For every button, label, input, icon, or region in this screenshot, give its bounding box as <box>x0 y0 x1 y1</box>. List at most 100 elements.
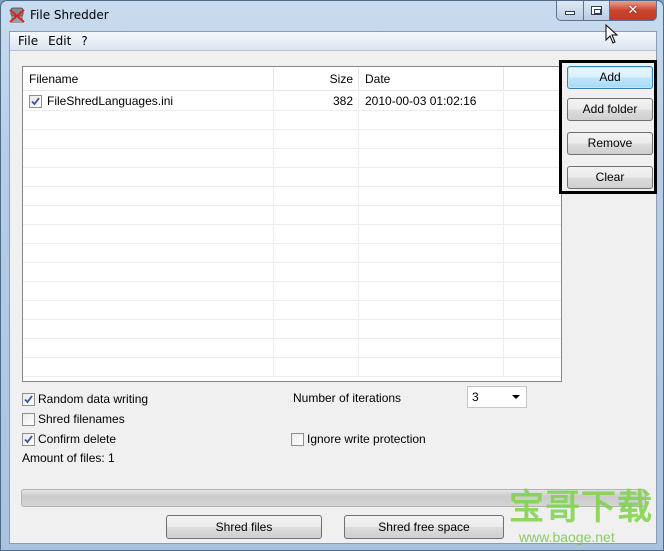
maximize-button[interactable] <box>584 1 610 21</box>
menu-edit[interactable]: Edit <box>43 34 76 48</box>
empty-cell <box>23 244 274 262</box>
shred-free-space-button[interactable]: Shred free space <box>344 515 504 539</box>
cell-date: 2010-00-03 01:02:16 <box>359 92 504 110</box>
empty-cell <box>23 320 274 338</box>
progress-bar <box>21 489 646 507</box>
empty-cell <box>23 206 274 224</box>
minimize-button[interactable] <box>556 1 584 21</box>
clear-button[interactable]: Clear <box>567 166 653 189</box>
confirm-delete-checkbox[interactable] <box>22 432 35 446</box>
empty-cell <box>359 320 504 338</box>
empty-row <box>23 358 561 377</box>
file-row[interactable]: FileShredLanguages.ini 382 2010-00-03 01… <box>23 92 561 111</box>
empty-cell <box>359 149 504 167</box>
empty-cell <box>359 282 504 300</box>
menu-help[interactable]: ? <box>76 34 92 48</box>
empty-cell <box>359 111 504 129</box>
column-header-size[interactable]: Size <box>274 67 359 91</box>
empty-cell <box>359 301 504 319</box>
shredder-icon <box>9 7 25 23</box>
cell-filename: FileShredLanguages.ini <box>23 92 274 110</box>
random-data-writing-label: Random data writing <box>38 392 149 406</box>
close-button[interactable]: ✕ <box>610 1 657 21</box>
ignore-write-protection-checkbox[interactable] <box>291 432 304 446</box>
shred-filenames-option[interactable]: Shred filenames <box>22 412 125 426</box>
window-title: File Shredder <box>30 8 109 22</box>
empty-cell <box>23 339 274 357</box>
random-data-writing-option[interactable]: Random data writing <box>22 392 148 406</box>
empty-row <box>23 206 561 225</box>
minimize-icon <box>565 11 575 15</box>
shred-filenames-label: Shred filenames <box>38 412 125 426</box>
empty-row <box>23 225 561 244</box>
add-button[interactable]: Add <box>567 66 653 89</box>
empty-cell <box>23 168 274 186</box>
amount-of-files-label: Amount of files: 1 <box>22 451 115 465</box>
empty-cell <box>504 320 561 338</box>
empty-cell <box>274 225 359 243</box>
mouse-cursor-icon <box>605 24 619 44</box>
empty-cell <box>359 263 504 281</box>
empty-cell <box>504 187 561 205</box>
shred-files-button[interactable]: Shred files <box>166 515 322 539</box>
empty-cell <box>504 244 561 262</box>
empty-cell <box>23 149 274 167</box>
empty-cell <box>274 244 359 262</box>
random-data-writing-checkbox[interactable] <box>22 392 35 406</box>
checkmark-icon <box>24 434 33 443</box>
filename-text: FileShredLanguages.ini <box>47 94 174 108</box>
empty-row <box>23 339 561 358</box>
empty-cell <box>274 339 359 357</box>
column-header-date[interactable]: Date <box>359 67 504 91</box>
ignore-write-protection-option[interactable]: Ignore write protection <box>291 432 426 446</box>
empty-cell <box>504 168 561 186</box>
file-list[interactable]: Filename Size Date FileShredLanguages.in… <box>22 66 562 382</box>
empty-cell <box>359 168 504 186</box>
remove-button[interactable]: Remove <box>567 132 653 155</box>
cell-size: 382 <box>274 92 359 110</box>
confirm-delete-option[interactable]: Confirm delete <box>22 432 116 446</box>
empty-cell <box>504 130 561 148</box>
close-icon: ✕ <box>627 3 639 18</box>
empty-cell <box>359 206 504 224</box>
empty-cell <box>504 282 561 300</box>
column-header-filename[interactable]: Filename <box>23 67 274 91</box>
empty-row <box>23 301 561 320</box>
app-window: File Shredder ✕ File Edit ? Filename Siz… <box>0 0 664 551</box>
empty-cell <box>274 263 359 281</box>
shred-filenames-checkbox[interactable] <box>22 412 35 426</box>
file-row-checkbox[interactable] <box>29 94 42 108</box>
caption-buttons: ✕ <box>556 1 657 21</box>
empty-row <box>23 244 561 263</box>
empty-cell <box>23 301 274 319</box>
menu-bar: File Edit ? <box>10 32 656 51</box>
empty-row <box>23 263 561 282</box>
iterations-value: 3 <box>472 390 479 404</box>
checkmark-icon <box>24 394 33 403</box>
empty-cell <box>274 111 359 129</box>
empty-cell <box>23 225 274 243</box>
empty-cell <box>23 187 274 205</box>
empty-cell <box>359 225 504 243</box>
empty-row <box>23 187 561 206</box>
maximize-icon <box>591 6 602 15</box>
empty-cell <box>274 301 359 319</box>
empty-cell <box>504 263 561 281</box>
confirm-delete-label: Confirm delete <box>38 432 117 446</box>
title-bar[interactable]: File Shredder ✕ <box>1 1 663 31</box>
menu-file[interactable]: File <box>13 34 43 48</box>
empty-cell <box>274 282 359 300</box>
cell-blank <box>504 92 561 110</box>
empty-cell <box>274 187 359 205</box>
empty-cell <box>274 130 359 148</box>
ignore-write-protection-label: Ignore write protection <box>307 432 426 446</box>
empty-cell <box>23 130 274 148</box>
empty-cell <box>359 244 504 262</box>
empty-row <box>23 130 561 149</box>
empty-cell <box>504 339 561 357</box>
iterations-dropdown[interactable]: 3 <box>467 386 527 408</box>
add-folder-button[interactable]: Add folder <box>567 98 653 121</box>
empty-cell <box>359 358 504 376</box>
empty-cell <box>274 206 359 224</box>
client-area: File Edit ? Filename Size Date FileShred… <box>9 31 657 544</box>
